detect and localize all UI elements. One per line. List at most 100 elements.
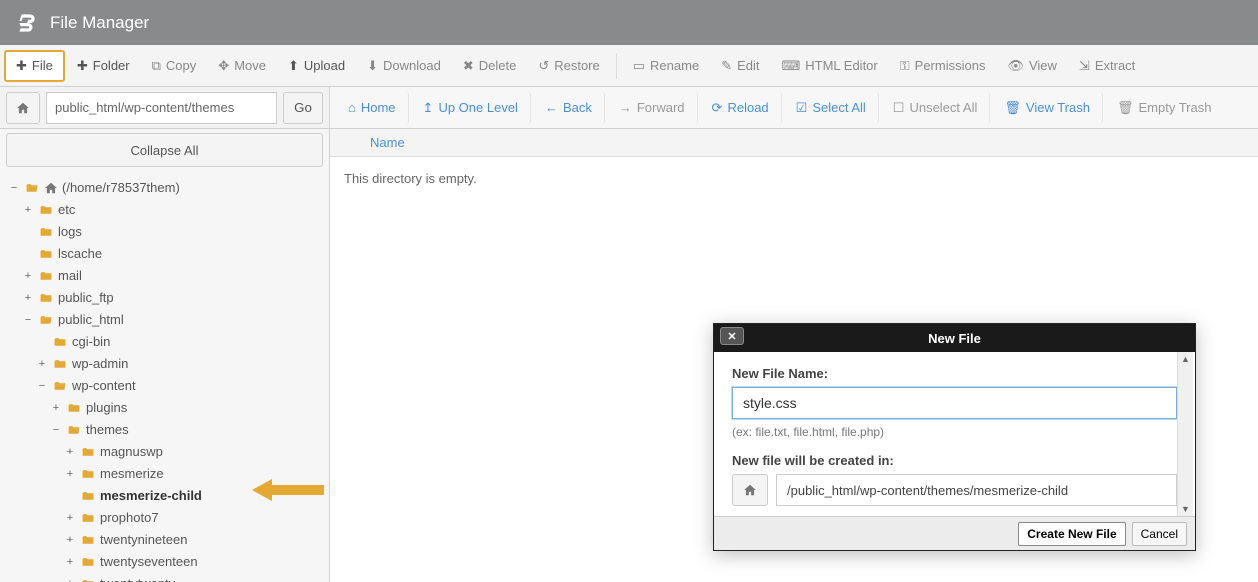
folder-button[interactable]: ✚Folder	[67, 50, 140, 82]
modal-header[interactable]: ✕ New File	[714, 324, 1195, 352]
download-button[interactable]: ⬇Download	[357, 50, 451, 82]
nav-up-label: Up One Level	[438, 100, 518, 115]
new-file-path-input[interactable]	[776, 474, 1177, 506]
tree-item-mesmerize-child[interactable]: mesmerize-child	[2, 485, 327, 507]
tree-item-prophoto7[interactable]: +prophoto7	[2, 507, 327, 529]
nav-reload[interactable]: ⟳Reload	[700, 92, 782, 124]
path-home-button[interactable]	[732, 474, 768, 506]
permissions-button[interactable]: ⚿Permissions	[890, 50, 996, 82]
html-editor-button[interactable]: ⌨HTML Editor	[772, 50, 888, 82]
column-header-name[interactable]: Name	[330, 129, 1258, 157]
nav-forward[interactable]: →Forward	[607, 92, 698, 124]
collapse-icon[interactable]: −	[36, 375, 48, 397]
expand-icon[interactable]: +	[64, 463, 76, 485]
copy-button[interactable]: ⧉Copy	[142, 50, 207, 82]
new-file-path-label: New file will be created in:	[732, 453, 1177, 468]
path-home-button[interactable]	[6, 92, 40, 124]
label: logs	[58, 221, 82, 243]
edit-button[interactable]: ✎Edit	[711, 50, 769, 82]
home-icon: ⌂	[348, 100, 356, 115]
view-button[interactable]: 👁View	[997, 50, 1066, 82]
tree-item-cgi-bin[interactable]: cgi-bin	[2, 331, 327, 353]
extract-button[interactable]: ⇲Extract	[1069, 50, 1145, 82]
folder-open-icon	[38, 314, 54, 327]
tree-item-etc[interactable]: +etc	[2, 199, 327, 221]
cancel-button[interactable]: Cancel	[1132, 522, 1187, 546]
rename-button[interactable]: ▭Rename	[623, 50, 709, 82]
tree-item-twentyseventeen[interactable]: +twentyseventeen	[2, 551, 327, 573]
tree-item-logs[interactable]: logs	[2, 221, 327, 243]
nav-view-trash[interactable]: 🗑View Trash	[992, 92, 1103, 124]
copy-label: Copy	[166, 58, 196, 73]
nav-empty-trash[interactable]: 🗑Empty Trash	[1105, 92, 1223, 124]
tree-item-lscache[interactable]: lscache	[2, 243, 327, 265]
create-new-file-button[interactable]: Create New File	[1018, 522, 1125, 546]
file-button[interactable]: ✚File	[4, 50, 65, 82]
tree-item-mail[interactable]: +mail	[2, 265, 327, 287]
folder-icon	[80, 512, 96, 525]
collapse-icon[interactable]: −	[22, 309, 34, 331]
app-header: File Manager	[0, 0, 1258, 45]
restore-button[interactable]: ↺Restore	[528, 50, 609, 82]
delete-button[interactable]: ✖Delete	[453, 50, 526, 82]
nav-unselect-all[interactable]: ☐Unselect All	[881, 92, 991, 124]
delete-label: Delete	[479, 58, 517, 73]
nav-select-all[interactable]: ☑Select All	[784, 92, 879, 124]
scroll-up-icon[interactable]: ▲	[1179, 352, 1192, 366]
expand-icon[interactable]: +	[50, 397, 62, 419]
go-button[interactable]: Go	[283, 92, 323, 124]
label: public_html	[58, 309, 124, 331]
nav-home[interactable]: ⌂Home	[336, 92, 409, 124]
edit-icon: ✎	[721, 58, 732, 74]
html-editor-label: HTML Editor	[805, 58, 877, 73]
expand-icon[interactable]: +	[64, 441, 76, 463]
expand-icon[interactable]: +	[22, 265, 34, 287]
scroll-down-icon[interactable]: ▼	[1179, 502, 1192, 516]
label: magnuswp	[100, 441, 163, 463]
tree-root[interactable]: −(/home/r78537them)	[2, 177, 327, 199]
new-file-path-row	[732, 474, 1177, 506]
modal-close-button[interactable]: ✕	[720, 327, 744, 345]
tree-item-themes[interactable]: −themes	[2, 419, 327, 441]
tree-item-twentytwenty[interactable]: +twentytwenty	[2, 573, 327, 582]
tree-item-mesmerize[interactable]: + mesmerize	[2, 463, 327, 485]
label: mesmerize-child	[100, 485, 202, 507]
collapse-all-button[interactable]: Collapse All	[6, 133, 323, 167]
tree-item-magnuswp[interactable]: + magnuswp	[2, 441, 327, 463]
rename-icon: ▭	[633, 58, 645, 74]
new-file-hint: (ex: file.txt, file.html, file.php)	[732, 425, 1177, 439]
folder-icon	[80, 556, 96, 569]
folder-icon	[52, 336, 68, 349]
expand-icon[interactable]: +	[22, 287, 34, 309]
extract-icon: ⇲	[1079, 58, 1090, 74]
cpanel-logo-icon	[12, 9, 40, 37]
modal-scrollbar[interactable]: ▲ ▼	[1177, 352, 1193, 516]
restore-label: Restore	[554, 58, 600, 73]
folder-open-icon	[66, 424, 82, 437]
expand-icon[interactable]: +	[64, 529, 76, 551]
move-icon: ✥	[218, 58, 229, 74]
new-file-name-input[interactable]	[732, 387, 1177, 419]
label: mesmerize	[100, 463, 164, 485]
path-input[interactable]	[46, 92, 277, 124]
expand-icon[interactable]: +	[22, 199, 34, 221]
tree-item-wp-content[interactable]: −wp-content	[2, 375, 327, 397]
nav-back[interactable]: ←Back	[533, 92, 605, 124]
expand-icon[interactable]: +	[36, 353, 48, 375]
nav-reload-label: Reload	[727, 100, 768, 115]
expand-icon[interactable]: +	[64, 573, 76, 582]
move-button[interactable]: ✥Move	[208, 50, 276, 82]
collapse-icon[interactable]: −	[50, 419, 62, 441]
nav-view-trash-label: View Trash	[1026, 100, 1090, 115]
upload-button[interactable]: ⬆Upload	[278, 50, 355, 82]
tree-item-public-html[interactable]: − public_html	[2, 309, 327, 331]
collapse-icon[interactable]: −	[8, 177, 20, 199]
nav-up[interactable]: ↥Up One Level	[411, 92, 531, 124]
tree-item-plugins[interactable]: +plugins	[2, 397, 327, 419]
expand-icon[interactable]: +	[64, 551, 76, 573]
expand-icon[interactable]: +	[64, 507, 76, 529]
tree-item-twentynineteen[interactable]: +twentynineteen	[2, 529, 327, 551]
tree-item-public-ftp[interactable]: +public_ftp	[2, 287, 327, 309]
folder-tree-panel: Collapse All −(/home/r78537them) +etc lo…	[0, 129, 330, 582]
tree-item-wp-admin[interactable]: +wp-admin	[2, 353, 327, 375]
